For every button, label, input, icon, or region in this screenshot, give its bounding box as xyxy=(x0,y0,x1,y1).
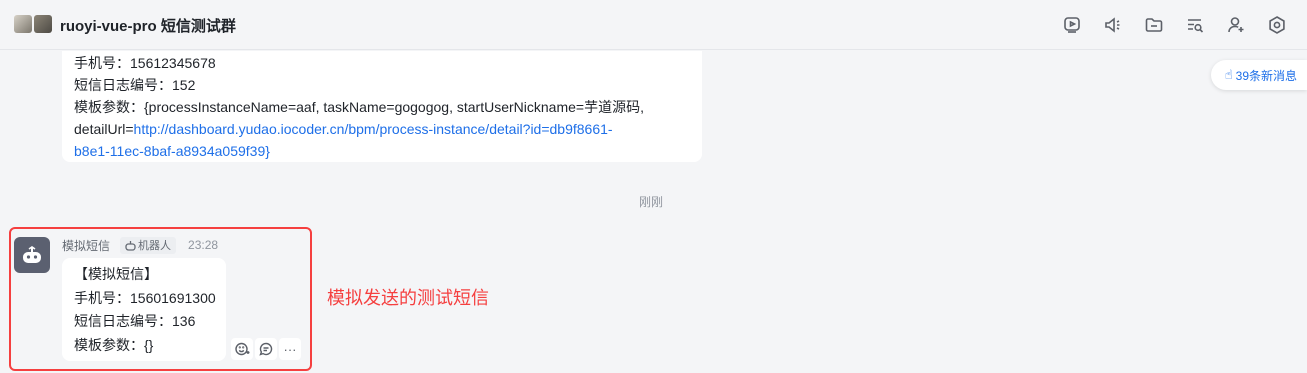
more-icon[interactable]: ··· xyxy=(279,338,301,360)
search-list-icon[interactable] xyxy=(1183,13,1207,37)
message-line: 手机号：15601691300 xyxy=(74,289,216,306)
folder-icon[interactable] xyxy=(1142,13,1166,37)
message-meta: 模拟短信 机器人 23:28 xyxy=(62,236,219,254)
message-line: 【模拟短信】 xyxy=(74,266,158,282)
add-reaction-icon[interactable] xyxy=(231,338,253,360)
chat-header: ruoyi-vue-pro 短信测试群 xyxy=(0,0,1307,50)
message-time: 23:28 xyxy=(188,238,219,252)
message-bubble[interactable]: 【模拟短信】 手机号：15601691300 短信日志编号：136 模板参数：{… xyxy=(62,258,226,361)
message-line: 模板参数：{} xyxy=(74,336,154,353)
speaker-icon[interactable] xyxy=(1101,13,1125,37)
previous-message-bubble[interactable]: 手机号：15612345678 短信日志编号：152 模板参数：{process… xyxy=(62,51,702,162)
chat-title[interactable]: ruoyi-vue-pro 短信测试群 xyxy=(60,15,236,36)
message-actions: ··· xyxy=(231,338,301,360)
bot-tag: 机器人 xyxy=(120,236,177,254)
detail-url-link[interactable]: http://dashboard.yudao.iocoder.cn/bpm/pr… xyxy=(134,121,613,137)
new-messages-button[interactable]: ☝ 39条新消息 xyxy=(1210,60,1307,90)
annotation-label: 模拟发送的测试短信 xyxy=(327,288,489,308)
message-line-detail-url: detailUrl=http://dashboard.yudao.iocoder… xyxy=(74,118,690,140)
message-list[interactable]: 手机号：15612345678 短信日志编号：152 模板参数：{process… xyxy=(0,51,1307,373)
sender-name[interactable]: 模拟短信 xyxy=(62,237,110,254)
detail-url-prefix: detailUrl= xyxy=(74,121,134,137)
reply-icon[interactable] xyxy=(255,338,277,360)
robot-icon xyxy=(23,246,41,263)
new-messages-label: 39条新消息 xyxy=(1235,68,1297,83)
message-line: 短信日志编号：136 xyxy=(74,313,196,329)
add-member-icon[interactable] xyxy=(1224,13,1248,37)
video-play-icon[interactable] xyxy=(1060,13,1084,37)
message-line: 手机号：15612345678 xyxy=(74,55,216,71)
settings-icon[interactable] xyxy=(1265,13,1289,37)
robot-tag-icon xyxy=(125,240,136,251)
detail-url-link-continued[interactable]: b8e1-11ec-8baf-a8934a059f39} xyxy=(74,140,690,162)
time-divider: 刚刚 xyxy=(639,195,664,209)
header-toolbar xyxy=(1060,13,1289,37)
bot-tag-label: 机器人 xyxy=(138,240,172,252)
group-avatar[interactable] xyxy=(14,15,52,35)
message-line: 短信日志编号：152 xyxy=(74,77,196,93)
bot-avatar[interactable] xyxy=(14,237,50,273)
message-line: 模板参数：{processInstanceName=aaf, taskName=… xyxy=(74,99,644,115)
pointing-hand-icon: ☝ xyxy=(1224,67,1233,82)
